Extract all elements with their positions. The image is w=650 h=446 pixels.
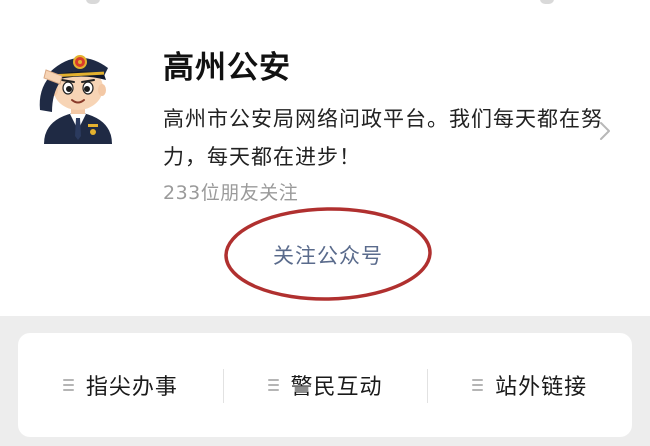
follow-account-button[interactable]: 关注公众号 [238, 224, 418, 286]
menu-item-label: 警民互动 [290, 375, 383, 400]
menu-lines-icon [267, 379, 279, 391]
police-officer-saluting-icon [39, 55, 112, 144]
bottom-menu-bar: 指尖办事 警民互动 站外链接 [18, 333, 632, 437]
top-edge-element-right [540, 0, 554, 4]
menu-item-external-links[interactable]: 站外链接 [427, 333, 632, 437]
account-avatar[interactable] [30, 40, 126, 144]
top-edge-element-left [86, 0, 100, 4]
follower-count: 233位朋友关注 [163, 182, 299, 204]
menu-item-label: 站外链接 [495, 375, 588, 400]
menu-item-label: 指尖办事 [85, 375, 178, 400]
menu-lines-icon [472, 379, 484, 391]
menu-item-services[interactable]: 指尖办事 [18, 333, 223, 437]
account-name: 高州公安 [163, 50, 291, 86]
account-description: 高州市公安局网络问政平台。我们每天都在努力，每天都在进步！ [163, 107, 603, 169]
menu-lines-icon [62, 379, 74, 391]
menu-item-interaction[interactable]: 警民互动 [222, 333, 428, 437]
chevron-right-icon[interactable] [598, 121, 612, 141]
